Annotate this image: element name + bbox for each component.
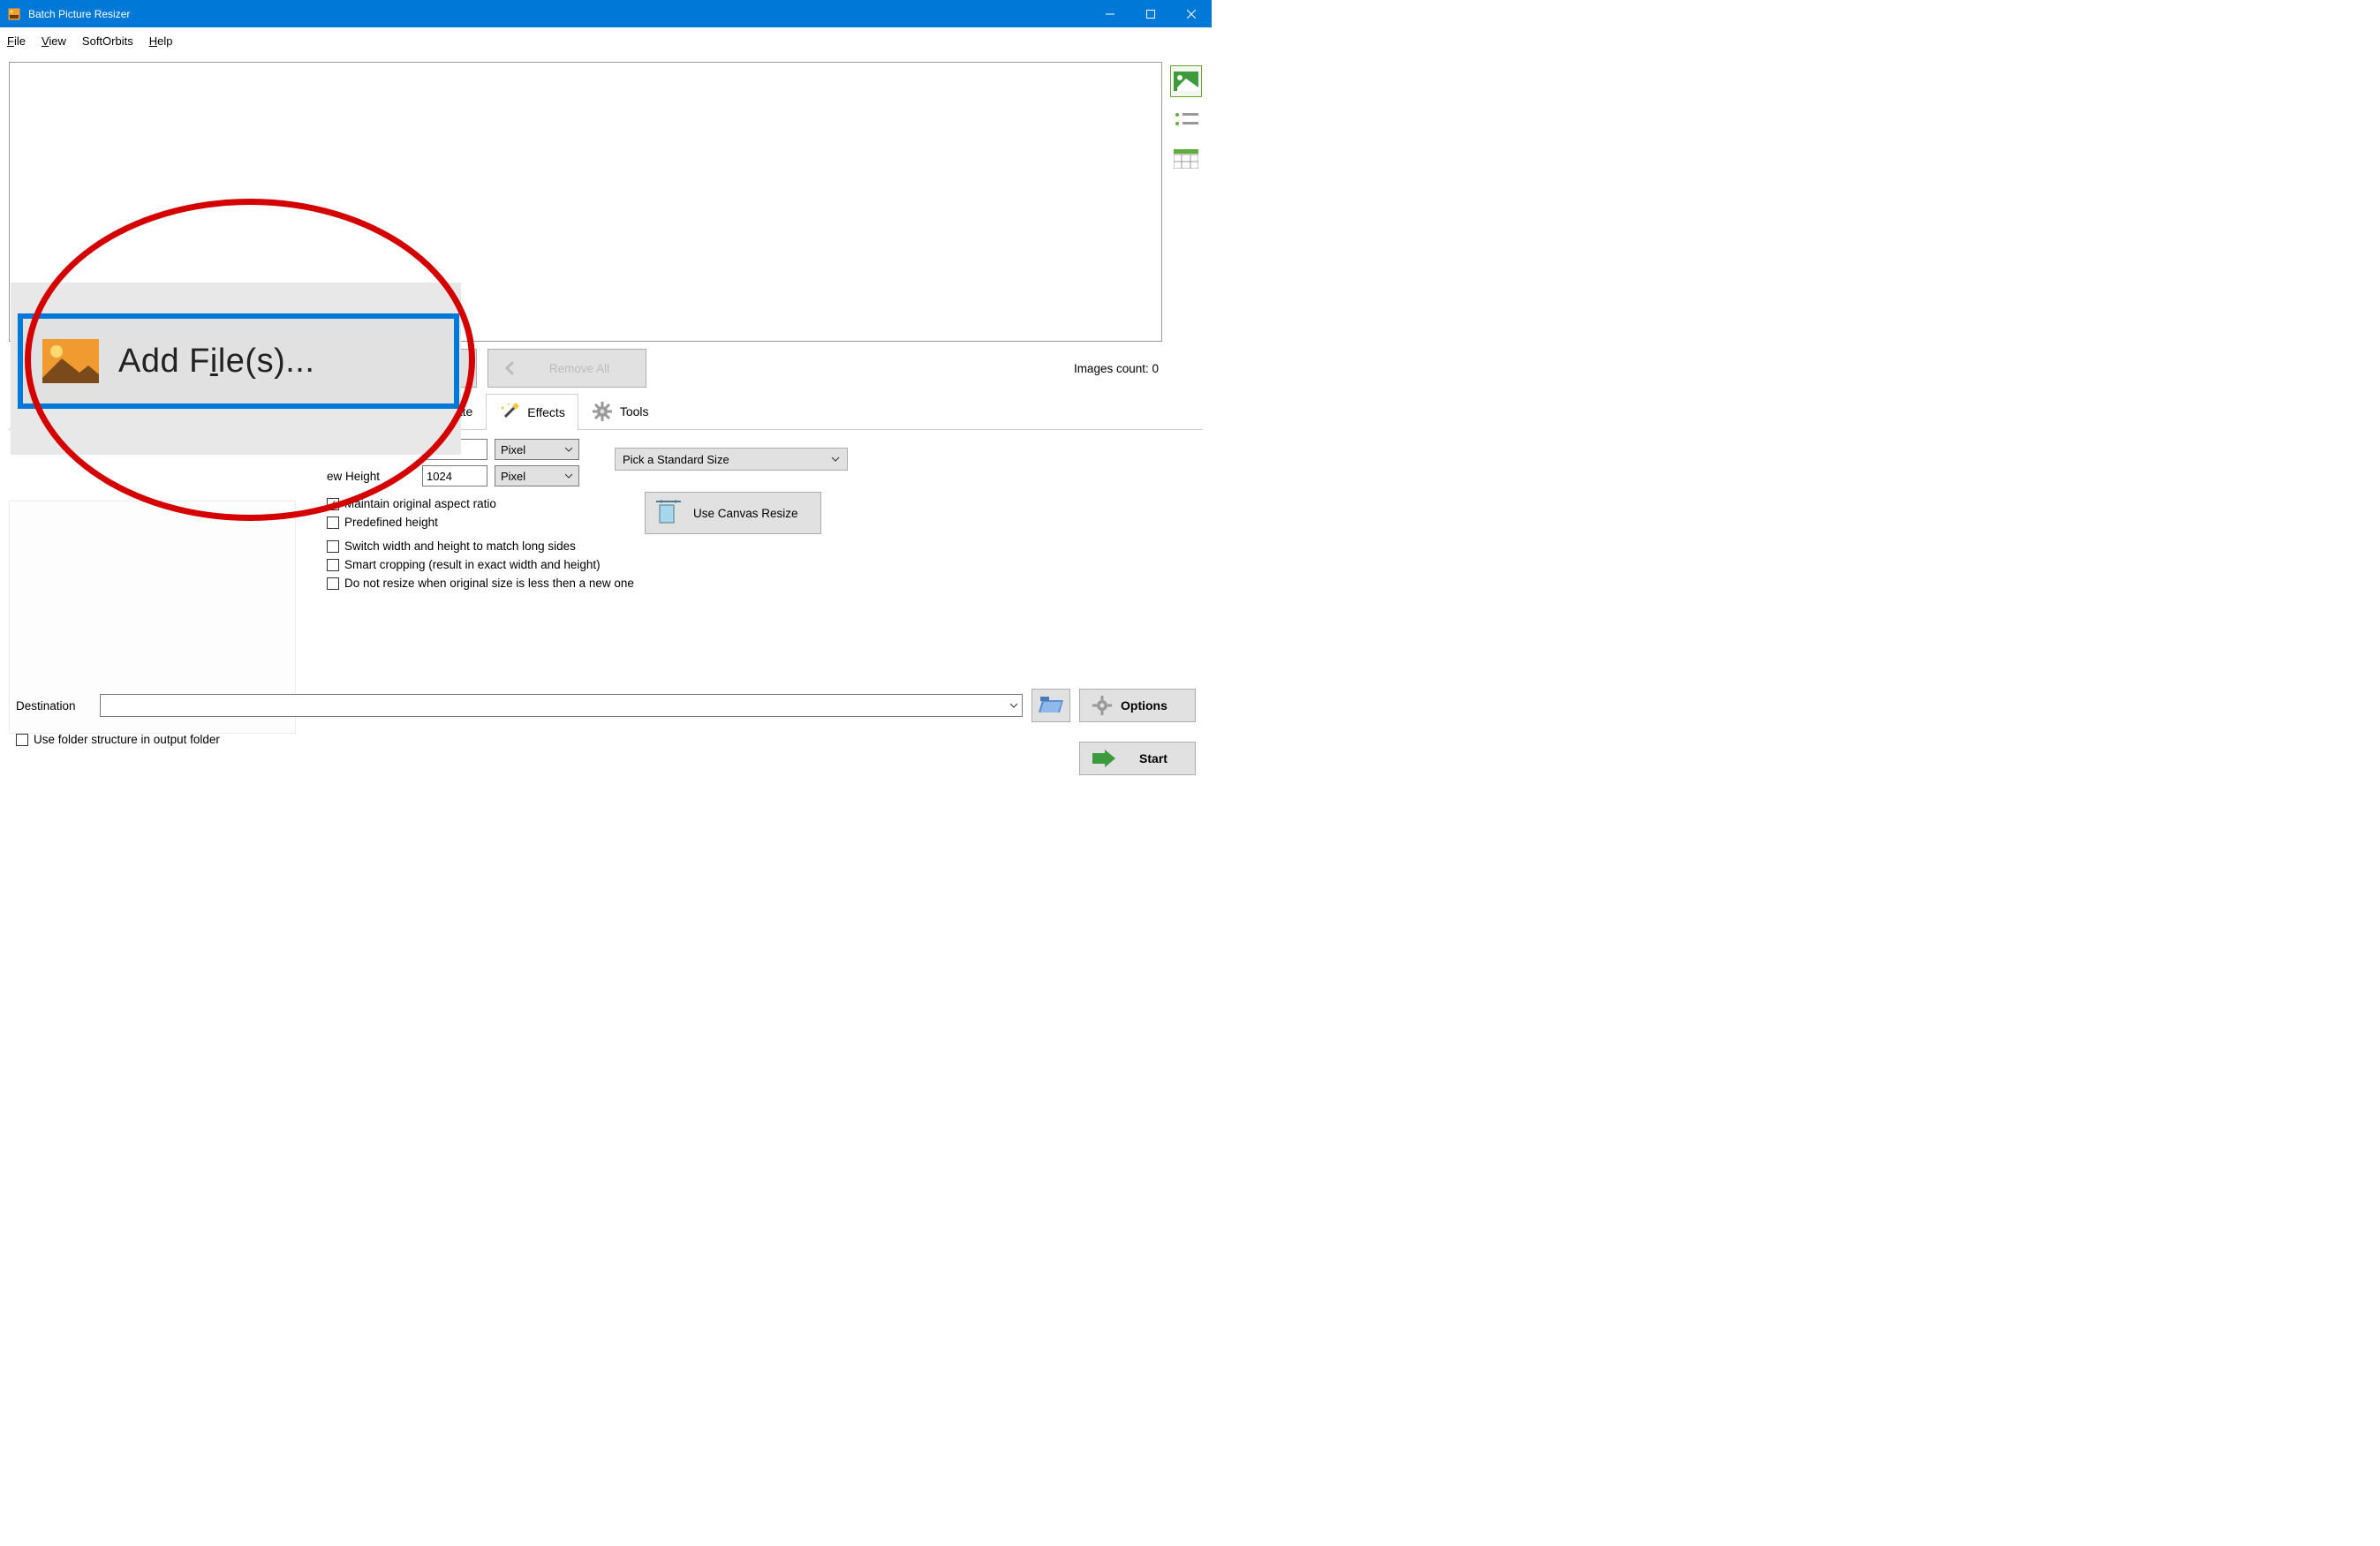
add-files-label: Add File(s)... [118,343,454,381]
view-list-button[interactable] [1170,104,1202,136]
menu-help[interactable]: Help [149,34,173,48]
smart-cropping-label: Smart cropping (result in exact width an… [344,558,601,571]
menu-softorbits[interactable]: SoftOrbits [82,34,133,48]
tab-effects[interactable]: Effects [486,394,578,430]
switch-wh-label: Switch width and height to match long si… [344,539,576,553]
gear-icon [592,401,613,422]
window-title: Batch Picture Resizer [28,8,1090,20]
view-thumbnail-button[interactable] [1170,65,1202,97]
image-icon [42,339,99,383]
no-resize-smaller-label: Do not resize when original size is less… [344,577,634,590]
wand-icon [499,402,520,423]
start-label: Start [1124,751,1182,765]
play-arrow-icon [1092,750,1115,767]
tab-tools[interactable]: Tools [578,393,662,429]
height-unit-select[interactable]: Pixel [495,465,579,486]
new-height-label: ew Height [327,470,415,483]
minimize-button[interactable] [1090,0,1130,27]
close-button[interactable] [1171,0,1212,27]
remove-all-label: Remove All [527,362,631,375]
add-files-button[interactable]: Add File(s)... [18,313,459,409]
height-unit-value: Pixel [501,470,525,483]
tab-effects-label: Effects [527,405,565,419]
predefined-height-label: Predefined height [344,516,438,529]
maintain-ratio-checkbox[interactable]: ✓ [327,498,339,510]
canvas-icon [656,500,681,526]
maximize-button[interactable] [1130,0,1171,27]
app-icon [7,7,21,21]
canvas-resize-button[interactable]: Use Canvas Resize [645,492,821,534]
standard-size-select[interactable]: Pick a Standard Size [615,448,848,471]
chevron-down-icon [564,473,573,479]
chevron-down-icon [564,447,573,452]
chevron-down-icon [1009,703,1018,708]
options-button[interactable]: Options [1079,689,1196,722]
destination-row: Destination Options [0,689,1212,722]
chevron-down-icon [831,456,840,462]
view-toolbar [1169,62,1203,342]
new-width-input[interactable] [422,439,487,460]
start-button[interactable]: Start [1079,742,1196,775]
width-unit-value: Pixel [501,443,525,456]
view-table-button[interactable] [1170,143,1202,175]
use-folder-structure-checkbox[interactable] [16,734,28,746]
options-label: Options [1121,698,1167,713]
gear-icon [1092,696,1112,715]
destination-input[interactable] [100,694,1023,717]
images-count-label: Images count: 0 [1074,362,1203,375]
menubar: File View SoftOrbits Help [0,27,1212,55]
use-folder-structure-label: Use folder structure in output folder [34,733,220,746]
menu-file[interactable]: File [7,34,26,48]
browse-destination-button[interactable] [1031,689,1070,722]
new-height-input[interactable] [422,465,487,486]
smart-cropping-checkbox[interactable] [327,559,339,571]
no-resize-smaller-checkbox[interactable] [327,577,339,590]
remove-all-button[interactable]: Remove All [487,349,646,388]
titlebar: Batch Picture Resizer [0,0,1212,27]
predefined-height-checkbox[interactable] [327,517,339,529]
tab-tools-label: Tools [620,404,649,419]
canvas-resize-label: Use Canvas Resize [693,507,798,520]
menu-view[interactable]: View [42,34,66,48]
width-unit-select[interactable]: Pixel [495,439,579,460]
maintain-ratio-label: Maintain original aspect ratio [344,497,496,510]
destination-label: Destination [16,699,91,713]
standard-size-value: Pick a Standard Size [623,453,729,466]
preview-area [9,62,1162,342]
switch-wh-checkbox[interactable] [327,540,339,553]
folder-icon [1039,695,1063,716]
chevron-left-icon [502,360,518,376]
